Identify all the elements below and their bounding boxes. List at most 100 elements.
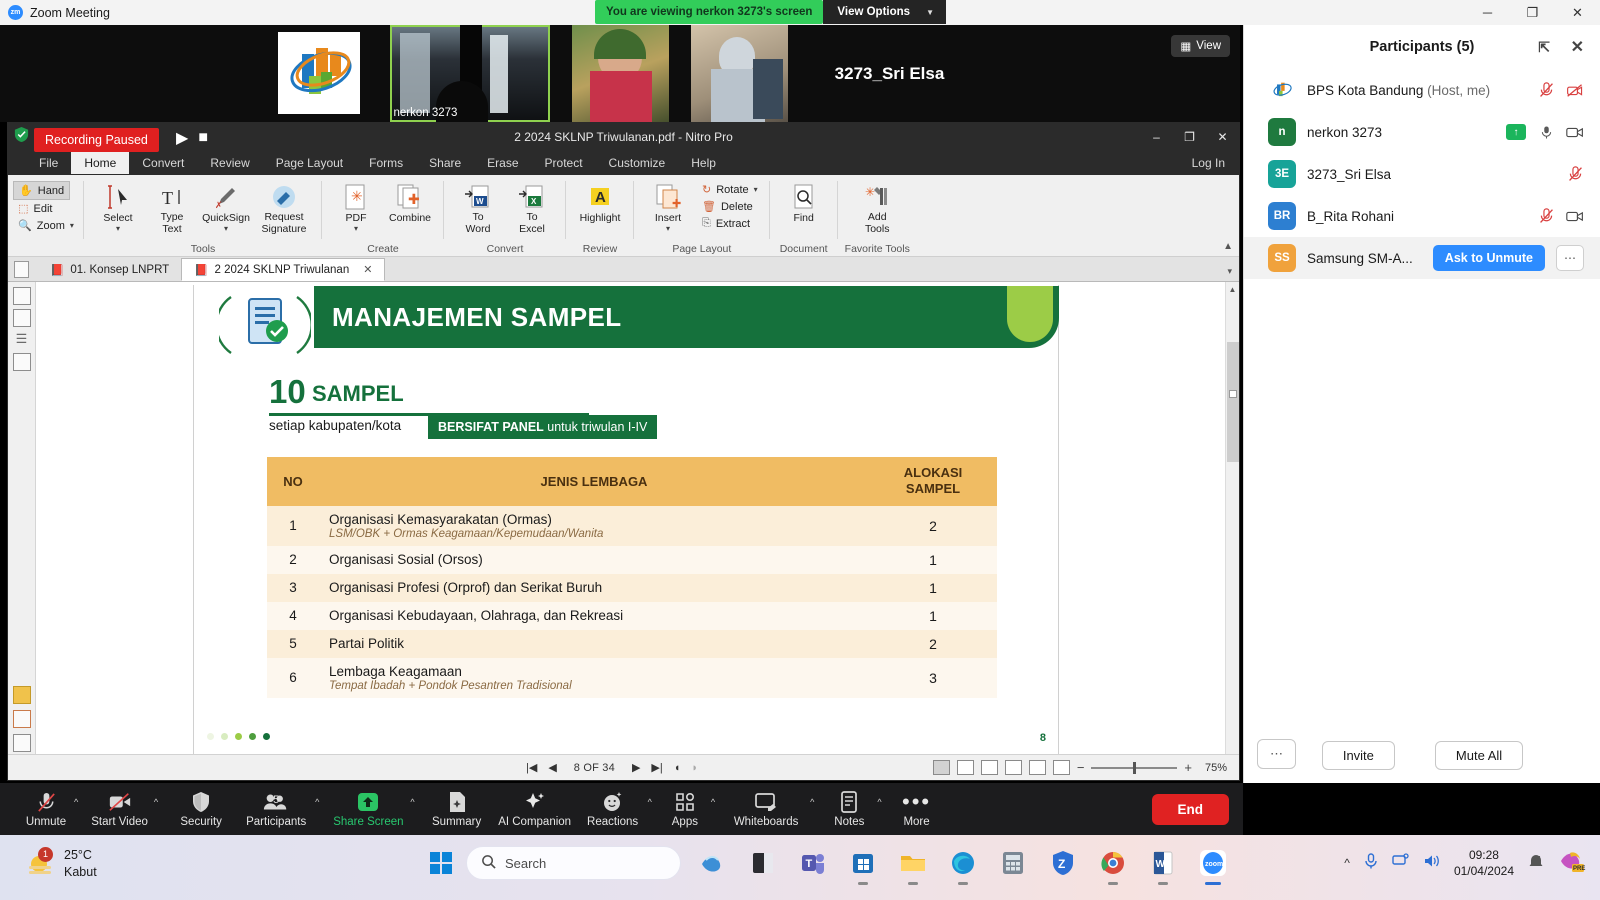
nitro-minimize-button[interactable]: ‒ bbox=[1140, 123, 1173, 151]
reactions-button[interactable]: Reactions bbox=[578, 791, 648, 828]
menu-customize[interactable]: Customize bbox=[596, 152, 679, 174]
menu-share[interactable]: Share bbox=[416, 152, 474, 174]
bookmarks-panel-icon[interactable] bbox=[12, 309, 31, 327]
pages-panel-icon[interactable] bbox=[12, 287, 31, 305]
whiteboards-button[interactable]: Whiteboards bbox=[722, 791, 810, 828]
video-on-icon[interactable] bbox=[1566, 123, 1584, 141]
show-hidden-icons-button[interactable]: ^ bbox=[1344, 856, 1350, 870]
zoom-slider[interactable] bbox=[1091, 761, 1178, 774]
delete-pages-button[interactable]: 🗑 Delete bbox=[697, 198, 763, 215]
reactions-options-caret[interactable]: ^ bbox=[648, 797, 659, 821]
invite-button[interactable]: Invite bbox=[1321, 740, 1395, 770]
vertical-scrollbar[interactable]: ▲ ▼ bbox=[1225, 282, 1239, 780]
start-button[interactable] bbox=[430, 852, 452, 874]
taskbar-teams[interactable]: T bbox=[795, 845, 831, 881]
video-on-icon[interactable] bbox=[1566, 207, 1584, 225]
mic-muted-icon[interactable] bbox=[1537, 81, 1555, 99]
type-text-button[interactable]: T Type Text bbox=[145, 179, 199, 235]
menu-file[interactable]: File bbox=[26, 152, 71, 174]
notes-options-caret[interactable]: ^ bbox=[877, 797, 888, 821]
microphone-tray-icon[interactable] bbox=[1363, 852, 1379, 875]
whiteboards-options-caret[interactable]: ^ bbox=[810, 797, 821, 821]
participant-more-button[interactable]: ⋯ bbox=[1556, 245, 1584, 271]
document-tab-konsep-lnprt[interactable]: 📕 01. Konsep LNPRT bbox=[38, 258, 181, 281]
participant-row-rita[interactable]: BR B_Rita Rohani bbox=[1244, 195, 1600, 237]
mute-all-button[interactable]: Mute All bbox=[1434, 740, 1524, 770]
more-button[interactable]: ••• More bbox=[889, 789, 945, 828]
menu-forms[interactable]: Forms bbox=[356, 152, 416, 174]
network-tray-icon[interactable] bbox=[1392, 853, 1410, 874]
taskbar-antivirus[interactable]: Z bbox=[1045, 845, 1081, 881]
request-signature-button[interactable]: Request Signature bbox=[253, 179, 315, 235]
participants-button[interactable]: Participants 5 bbox=[237, 791, 315, 828]
apps-button[interactable]: Apps bbox=[659, 791, 711, 828]
grid-view-button[interactable] bbox=[1004, 760, 1022, 775]
copilot-pro-icon[interactable]: PRE bbox=[1558, 848, 1586, 879]
zoom-tool-button[interactable]: 🔍 Zoom ▾ bbox=[13, 217, 79, 234]
fit-page-button[interactable] bbox=[1028, 760, 1046, 775]
next-view-icon[interactable]: ◗ bbox=[691, 762, 698, 774]
security-button[interactable]: Security bbox=[165, 791, 237, 828]
video-options-caret[interactable]: ^ bbox=[154, 797, 165, 821]
select-tool-button[interactable]: Select ▾ bbox=[91, 179, 145, 233]
mic-on-icon[interactable] bbox=[1537, 123, 1555, 141]
search-input[interactable]: Search bbox=[466, 846, 681, 880]
zoom-close-button[interactable]: ✕ bbox=[1555, 0, 1600, 25]
edit-tool-button[interactable]: ⬚ Edit bbox=[13, 200, 57, 217]
taskbar-edge[interactable] bbox=[945, 845, 981, 885]
to-excel-button[interactable]: X To Excel bbox=[505, 179, 559, 235]
scroll-marker-icon[interactable] bbox=[1229, 390, 1237, 398]
taskbar-file-explorer[interactable] bbox=[895, 845, 931, 885]
previous-page-button[interactable]: ◀ bbox=[548, 761, 556, 774]
share-options-caret[interactable]: ^ bbox=[410, 797, 421, 821]
mic-muted-icon[interactable] bbox=[1566, 165, 1584, 183]
highlight-button[interactable]: A Highlight bbox=[573, 179, 627, 224]
ai-companion-button[interactable]: AI Companion bbox=[492, 791, 578, 828]
menu-page-layout[interactable]: Page Layout bbox=[263, 152, 356, 174]
participants-more-button[interactable]: ⋯ bbox=[1257, 739, 1296, 769]
extract-pages-button[interactable]: ⎘ Extract bbox=[697, 215, 763, 232]
comments-panel-icon[interactable] bbox=[12, 686, 31, 704]
pdf-page-viewport[interactable]: MANAJEMEN SAMPEL 10 SAMPEL setiap kabupa… bbox=[36, 282, 1239, 780]
taskbar-word[interactable]: W bbox=[1145, 845, 1181, 885]
participants-options-caret[interactable]: ^ bbox=[315, 797, 326, 821]
weather-widget[interactable]: 1 25°C Kabut bbox=[25, 846, 97, 881]
taskbar-calculator[interactable] bbox=[995, 845, 1031, 881]
zoom-in-button[interactable]: + bbox=[1184, 760, 1192, 775]
ask-to-unmute-button[interactable]: Ask to Unmute bbox=[1432, 245, 1545, 271]
quicksign-button[interactable]: ✗ QuickSign ▾ bbox=[199, 179, 253, 233]
find-button[interactable]: Find bbox=[777, 179, 831, 224]
log-in-button[interactable]: Log In bbox=[1192, 156, 1225, 170]
taskbar-zoom[interactable]: zoom bbox=[1195, 845, 1231, 885]
nitro-close-button[interactable]: ✕ bbox=[1206, 123, 1239, 151]
hand-tool-button[interactable]: ✋ Hand bbox=[13, 181, 71, 200]
zoom-maximize-button[interactable]: ❐ bbox=[1510, 0, 1555, 25]
zoom-out-button[interactable]: − bbox=[1077, 760, 1085, 775]
two-page-view-button[interactable] bbox=[980, 760, 998, 775]
participant-row-samsung[interactable]: SS Samsung SM-A... Ask to Unmute ⋯ bbox=[1244, 237, 1600, 279]
previous-view-icon[interactable]: ◖ bbox=[674, 762, 681, 774]
toggle-sidebar-button[interactable] bbox=[14, 261, 29, 278]
participant-row-sri-elsa[interactable]: 3E 3273_Sri Elsa bbox=[1244, 153, 1600, 195]
add-tools-button[interactable]: ✳ Add Tools bbox=[850, 179, 904, 235]
document-tab-sklnp[interactable]: 📕 2 2024 SKLNP Triwulanan ✕ bbox=[181, 258, 386, 281]
taskbar-clock[interactable]: 09:28 01/04/2024 bbox=[1454, 847, 1514, 879]
rotate-pages-button[interactable]: ↻ Rotate ▾ bbox=[697, 181, 763, 198]
taskbar-copilot[interactable] bbox=[695, 845, 731, 881]
view-options-button[interactable]: View Options ▼ bbox=[823, 0, 946, 24]
zoom-minimize-button[interactable]: ─ bbox=[1465, 0, 1510, 25]
to-word-button[interactable]: W To Word bbox=[451, 179, 505, 235]
notes-button[interactable]: Notes bbox=[821, 791, 877, 828]
signatures-panel-icon[interactable] bbox=[12, 353, 31, 371]
scrollbar-thumb[interactable] bbox=[1227, 342, 1239, 462]
single-page-view-button[interactable] bbox=[932, 760, 950, 775]
audio-options-caret[interactable]: ^ bbox=[74, 797, 85, 821]
attachments-panel-icon[interactable] bbox=[12, 710, 31, 728]
close-icon[interactable]: ✕ bbox=[1571, 37, 1584, 57]
layers-panel-icon[interactable]: ☰ bbox=[13, 331, 31, 349]
create-pdf-button[interactable]: ✳ PDF ▾ bbox=[329, 179, 383, 233]
scroll-up-icon[interactable]: ▲ bbox=[1226, 282, 1239, 296]
resume-recording-icon[interactable]: ▶ bbox=[176, 128, 188, 148]
video-off-icon[interactable] bbox=[1566, 81, 1584, 99]
collapse-ribbon-icon[interactable]: ▲ bbox=[1223, 241, 1233, 252]
